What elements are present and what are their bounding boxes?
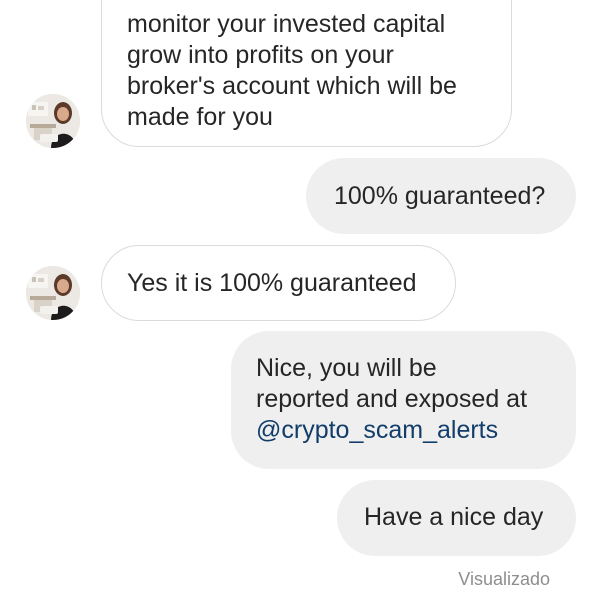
- message-text: 100% guaranteed?: [334, 182, 546, 210]
- outgoing-message-bubble[interactable]: 100% guaranteed?: [306, 158, 576, 234]
- message-text-line: Nice, you will be: [256, 354, 437, 382]
- outgoing-message-bubble[interactable]: Nice, you will be reported and exposed a…: [231, 331, 576, 469]
- message-text-line: grow into profits on your: [127, 41, 394, 69]
- profile-photo-icon: [26, 266, 80, 320]
- message-text-line: monitor your invested capital: [127, 10, 446, 38]
- incoming-message-bubble[interactable]: monitor your invested capital grow into …: [101, 0, 512, 147]
- message-text: Have a nice day: [364, 503, 544, 531]
- message-text-line: reported and exposed at: [256, 385, 528, 413]
- sender-avatar[interactable]: [26, 266, 80, 320]
- seen-status: Visualizado: [458, 569, 550, 589]
- message-text-line: broker's account which will be: [127, 72, 457, 100]
- message-text: Yes it is 100% guaranteed: [127, 269, 417, 297]
- message-text-line: made for you: [127, 103, 273, 131]
- incoming-message-bubble[interactable]: Yes it is 100% guaranteed: [101, 245, 456, 321]
- sender-avatar[interactable]: [26, 94, 80, 148]
- profile-photo-icon: [26, 94, 80, 148]
- mention-link[interactable]: @crypto_scam_alerts: [256, 415, 576, 446]
- outgoing-message-bubble[interactable]: Have a nice day: [337, 480, 576, 556]
